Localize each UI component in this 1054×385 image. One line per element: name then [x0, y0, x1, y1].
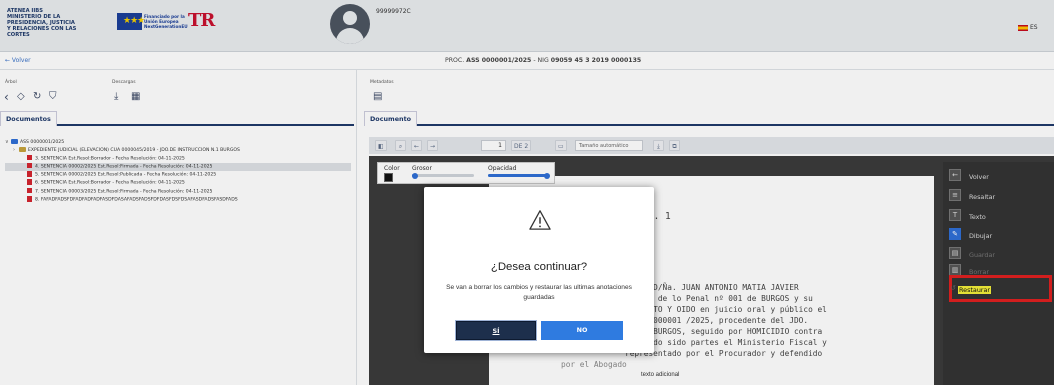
dialog-title: ¿Desea continuar?	[490, 261, 588, 273]
confirm-yes-button[interactable]: SÍ	[456, 321, 536, 340]
confirm-no-button[interactable]: NO	[541, 321, 623, 340]
confirm-dialog: ¿Desea continuar? Se van a borrar los ca…	[424, 187, 654, 353]
warning-icon	[529, 210, 551, 230]
dialog-message: Se van a borrar los cambios y restaurar …	[446, 284, 632, 301]
